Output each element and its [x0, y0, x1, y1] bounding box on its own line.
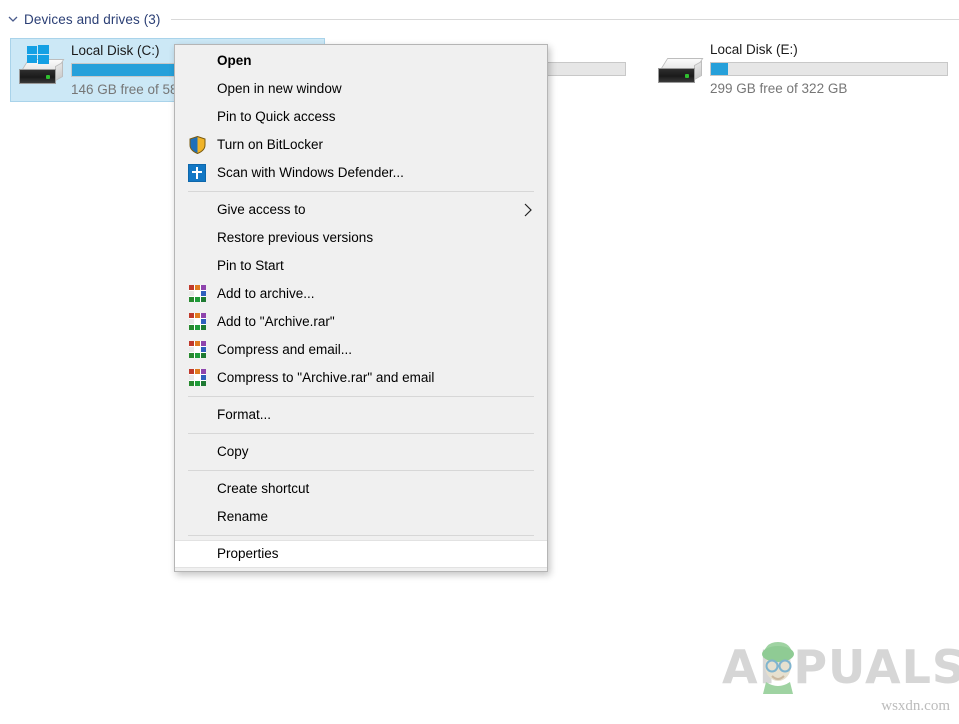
hard-drive-icon [650, 42, 710, 100]
menu-item-add-to-archive-rar[interactable]: Add to "Archive.rar" [175, 308, 547, 336]
menu-item-icon-placeholder [187, 544, 209, 564]
menu-item-label: Pin to Quick access [217, 108, 336, 126]
winrar-icon [187, 312, 209, 332]
menu-item-open[interactable]: Open [175, 47, 547, 75]
menu-item-icon-placeholder [187, 51, 209, 71]
menu-item-scan-with-windows-defender[interactable]: Scan with Windows Defender... [175, 159, 547, 187]
group-header[interactable]: Devices and drives (3) [0, 8, 959, 30]
hard-drive-icon [11, 43, 71, 101]
menu-item-label: Open [217, 52, 252, 70]
menu-item-restore-previous-versions[interactable]: Restore previous versions [175, 224, 547, 252]
menu-item-add-to-archive[interactable]: Add to archive... [175, 280, 547, 308]
watermark-domain: wsxdn.com [881, 698, 950, 715]
menu-item-pin-to-start[interactable]: Pin to Start [175, 252, 547, 280]
menu-item-icon-placeholder [187, 228, 209, 248]
mascot-icon [752, 636, 804, 694]
menu-separator [188, 396, 534, 397]
menu-item-icon-placeholder [187, 200, 209, 220]
menu-item-icon-placeholder [187, 256, 209, 276]
menu-item-icon-placeholder [187, 107, 209, 127]
menu-item-label: Restore previous versions [217, 229, 373, 247]
drive-tile-e[interactable]: Local Disk (E:) 299 GB free of 322 GB [650, 38, 955, 102]
menu-item-label: Scan with Windows Defender... [217, 164, 404, 182]
menu-item-open-in-new-window[interactable]: Open in new window [175, 75, 547, 103]
menu-item-label: Rename [217, 508, 268, 526]
menu-item-format[interactable]: Format... [175, 401, 547, 429]
menu-item-icon-placeholder [187, 79, 209, 99]
menu-item-icon-placeholder [187, 405, 209, 425]
menu-item-label: Create shortcut [217, 480, 309, 498]
winrar-icon [187, 340, 209, 360]
menu-item-create-shortcut[interactable]: Create shortcut [175, 475, 547, 503]
menu-separator [188, 433, 534, 434]
windows-logo-badge-icon [27, 45, 49, 65]
menu-item-compress-to-archive-rar-and-email[interactable]: Compress to "Archive.rar" and email [175, 364, 547, 392]
winrar-icon [187, 368, 209, 388]
chevron-down-icon[interactable] [4, 10, 22, 28]
menu-item-pin-to-quick-access[interactable]: Pin to Quick access [175, 103, 547, 131]
menu-item-copy[interactable]: Copy [175, 438, 547, 466]
group-header-rule [171, 19, 959, 20]
group-title: Devices and drives (3) [24, 12, 161, 27]
menu-item-properties[interactable]: Properties [175, 540, 547, 568]
menu-separator [188, 535, 534, 536]
menu-separator [188, 191, 534, 192]
watermark: APPUALS wsxdn.com [722, 640, 952, 716]
context-menu[interactable]: Open Open in new window Pin to Quick acces… [174, 44, 548, 572]
menu-item-label: Open in new window [217, 80, 342, 98]
menu-item-label: Add to "Archive.rar" [217, 313, 335, 331]
menu-item-icon-placeholder [187, 507, 209, 527]
drive-name-e: Local Disk (E:) [710, 41, 955, 58]
drive-capacity-bar-e [710, 62, 948, 76]
menu-item-label: Turn on BitLocker [217, 136, 323, 154]
windows-defender-icon [187, 163, 209, 183]
menu-item-icon-placeholder [187, 442, 209, 462]
menu-item-icon-placeholder [187, 479, 209, 499]
menu-item-label: Format... [217, 406, 271, 424]
menu-item-give-access-to[interactable]: Give access to [175, 196, 547, 224]
menu-item-turn-on-bitlocker[interactable]: Turn on BitLocker [175, 131, 547, 159]
chevron-right-icon [523, 203, 533, 217]
menu-item-label: Pin to Start [217, 257, 284, 275]
menu-item-label: Add to archive... [217, 285, 315, 303]
menu-item-rename[interactable]: Rename [175, 503, 547, 531]
menu-item-label: Compress and email... [217, 341, 352, 359]
menu-item-label: Compress to "Archive.rar" and email [217, 369, 434, 387]
menu-separator [188, 470, 534, 471]
menu-item-label: Properties [217, 545, 279, 563]
bitlocker-shield-icon [187, 135, 209, 155]
menu-item-compress-and-email[interactable]: Compress and email... [175, 336, 547, 364]
menu-item-label: Copy [217, 443, 249, 461]
drive-free-space-e: 299 GB free of 322 GB [710, 81, 955, 97]
menu-item-label: Give access to [217, 201, 306, 219]
winrar-icon [187, 284, 209, 304]
drive-capacity-fill-e [711, 63, 728, 75]
